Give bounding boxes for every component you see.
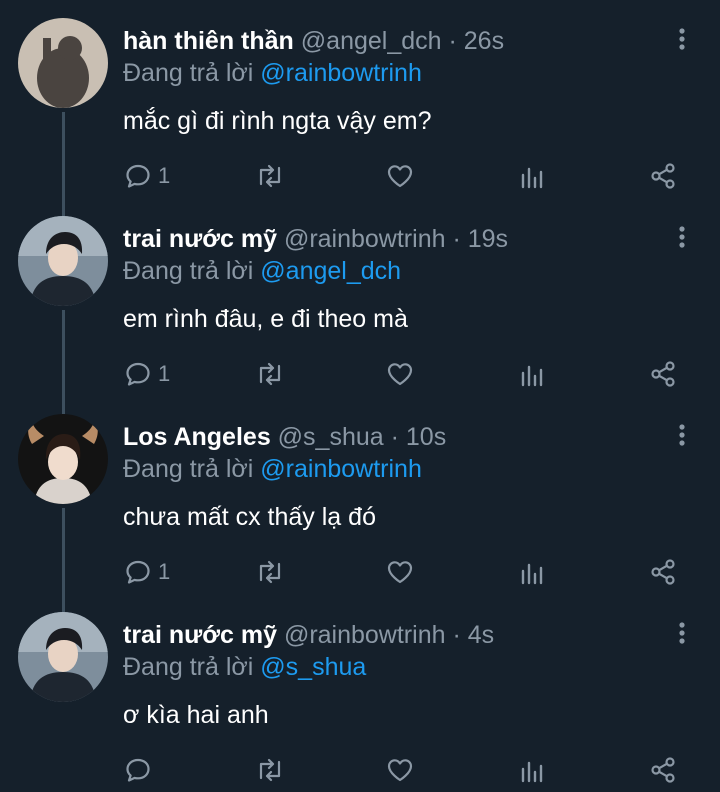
tweet-header: Los Angeles @s_shua · 10s bbox=[123, 420, 446, 454]
separator: · bbox=[390, 423, 399, 451]
like-button[interactable] bbox=[386, 156, 414, 196]
tweet[interactable]: trai nước mỹ @rainbowtrinh · 4s Đang trả… bbox=[0, 594, 720, 792]
share-icon bbox=[651, 559, 675, 585]
replying-prefix: Đang trả lời bbox=[123, 257, 254, 285]
tweet-text: chưa mất cx thấy lạ đó bbox=[123, 503, 376, 531]
replying-mention-link[interactable]: @rainbowtrinh bbox=[260, 455, 422, 483]
timestamp[interactable]: 26s bbox=[464, 27, 504, 55]
more-vertical-icon[interactable] bbox=[672, 26, 692, 54]
tweet-text: em rình đâu, e đi theo mà bbox=[123, 305, 408, 333]
tweet-actions: 1 bbox=[0, 552, 720, 592]
retweet-button[interactable] bbox=[254, 552, 286, 592]
display-name[interactable]: trai nước mỹ bbox=[123, 621, 277, 649]
share-button[interactable] bbox=[648, 156, 678, 196]
user-handle[interactable]: @rainbowtrinh bbox=[284, 225, 446, 253]
retweet-button[interactable] bbox=[254, 156, 286, 196]
replying-mention-link[interactable]: @s_shua bbox=[260, 653, 366, 681]
replying-to: Đang trả lời @angel_dch bbox=[123, 254, 401, 288]
timestamp[interactable]: 4s bbox=[468, 621, 494, 649]
view-stats-button[interactable] bbox=[518, 552, 546, 592]
tweet[interactable]: Los Angeles @s_shua · 10s Đang trả lời @… bbox=[0, 396, 720, 594]
retweet-icon bbox=[259, 164, 281, 188]
retweet-button[interactable] bbox=[254, 750, 286, 790]
replying-prefix: Đang trả lời bbox=[123, 59, 254, 87]
reply-bubble-icon bbox=[126, 164, 150, 188]
view-stats-button[interactable] bbox=[518, 354, 546, 394]
reply-button[interactable]: 1 bbox=[124, 552, 170, 592]
retweet-icon bbox=[259, 758, 281, 782]
tweet-text: ơ kìa hai anh bbox=[123, 701, 269, 729]
reply-count: 1 bbox=[158, 361, 171, 386]
avatar[interactable] bbox=[18, 216, 108, 306]
reply-count: 1 bbox=[158, 163, 171, 188]
tweet-header: hàn thiên thần @angel_dch · 26s bbox=[123, 24, 504, 58]
like-button[interactable] bbox=[386, 354, 414, 394]
share-icon bbox=[651, 361, 675, 387]
heart-icon bbox=[387, 561, 413, 584]
timestamp[interactable]: 19s bbox=[468, 225, 508, 253]
retweet-button[interactable] bbox=[254, 354, 286, 394]
share-icon bbox=[651, 163, 675, 189]
tweet-actions: 1 bbox=[0, 354, 720, 394]
reply-count: 1 bbox=[158, 559, 171, 584]
share-button[interactable] bbox=[648, 354, 678, 394]
reply-button[interactable]: 1 bbox=[124, 354, 170, 394]
retweet-icon bbox=[259, 362, 281, 386]
avatar[interactable] bbox=[18, 414, 108, 504]
tweet[interactable]: trai nước mỹ @rainbowtrinh · 19s Đang tr… bbox=[0, 198, 720, 396]
reply-bubble-icon bbox=[126, 362, 150, 386]
view-stats-button[interactable] bbox=[518, 156, 546, 196]
like-button[interactable] bbox=[386, 750, 414, 790]
display-name[interactable]: Los Angeles bbox=[123, 423, 271, 451]
replying-prefix: Đang trả lời bbox=[123, 653, 254, 681]
replying-to: Đang trả lời @rainbowtrinh bbox=[123, 56, 422, 90]
stats-bars-icon bbox=[521, 167, 543, 189]
replying-to: Đang trả lời @s_shua bbox=[123, 650, 366, 684]
heart-icon bbox=[387, 363, 413, 386]
heart-icon bbox=[387, 165, 413, 188]
stats-bars-icon bbox=[521, 563, 543, 585]
reply-button[interactable]: 1 bbox=[124, 156, 170, 196]
timestamp[interactable]: 10s bbox=[406, 423, 446, 451]
display-name[interactable]: trai nước mỹ bbox=[123, 225, 277, 253]
retweet-icon bbox=[259, 560, 281, 584]
more-vertical-icon[interactable] bbox=[672, 620, 692, 648]
share-button[interactable] bbox=[648, 750, 678, 790]
replying-prefix: Đang trả lời bbox=[123, 455, 254, 483]
stats-bars-icon bbox=[521, 761, 543, 783]
replying-mention-link[interactable]: @rainbowtrinh bbox=[260, 59, 422, 87]
tweet-header: trai nước mỹ @rainbowtrinh · 4s bbox=[123, 618, 494, 652]
share-button[interactable] bbox=[648, 552, 678, 592]
display-name[interactable]: hàn thiên thần bbox=[123, 27, 294, 55]
reply-bubble-icon bbox=[126, 758, 150, 782]
reply-button[interactable] bbox=[124, 750, 158, 790]
tweet-actions: 1 bbox=[0, 156, 720, 196]
view-stats-button[interactable] bbox=[518, 750, 546, 790]
separator: · bbox=[452, 621, 461, 649]
separator: · bbox=[448, 27, 457, 55]
user-handle[interactable]: @rainbowtrinh bbox=[284, 621, 446, 649]
heart-icon bbox=[387, 759, 413, 782]
more-vertical-icon[interactable] bbox=[672, 422, 692, 450]
more-vertical-icon[interactable] bbox=[672, 224, 692, 252]
stats-bars-icon bbox=[521, 365, 543, 387]
tweet-header: trai nước mỹ @rainbowtrinh · 19s bbox=[123, 222, 508, 256]
tweet[interactable]: hàn thiên thần @angel_dch · 26s Đang trả… bbox=[0, 0, 720, 198]
share-icon bbox=[651, 757, 675, 783]
replying-to: Đang trả lời @rainbowtrinh bbox=[123, 452, 422, 486]
user-handle[interactable]: @angel_dch bbox=[301, 27, 442, 55]
like-button[interactable] bbox=[386, 552, 414, 592]
separator: · bbox=[452, 225, 461, 253]
reply-bubble-icon bbox=[126, 560, 150, 584]
replying-mention-link[interactable]: @angel_dch bbox=[260, 257, 401, 285]
tweet-actions bbox=[0, 750, 720, 790]
user-handle[interactable]: @s_shua bbox=[278, 423, 384, 451]
avatar[interactable] bbox=[18, 18, 108, 108]
avatar[interactable] bbox=[18, 612, 108, 702]
tweet-text: mắc gì đi rình ngta vậy em? bbox=[123, 107, 432, 135]
